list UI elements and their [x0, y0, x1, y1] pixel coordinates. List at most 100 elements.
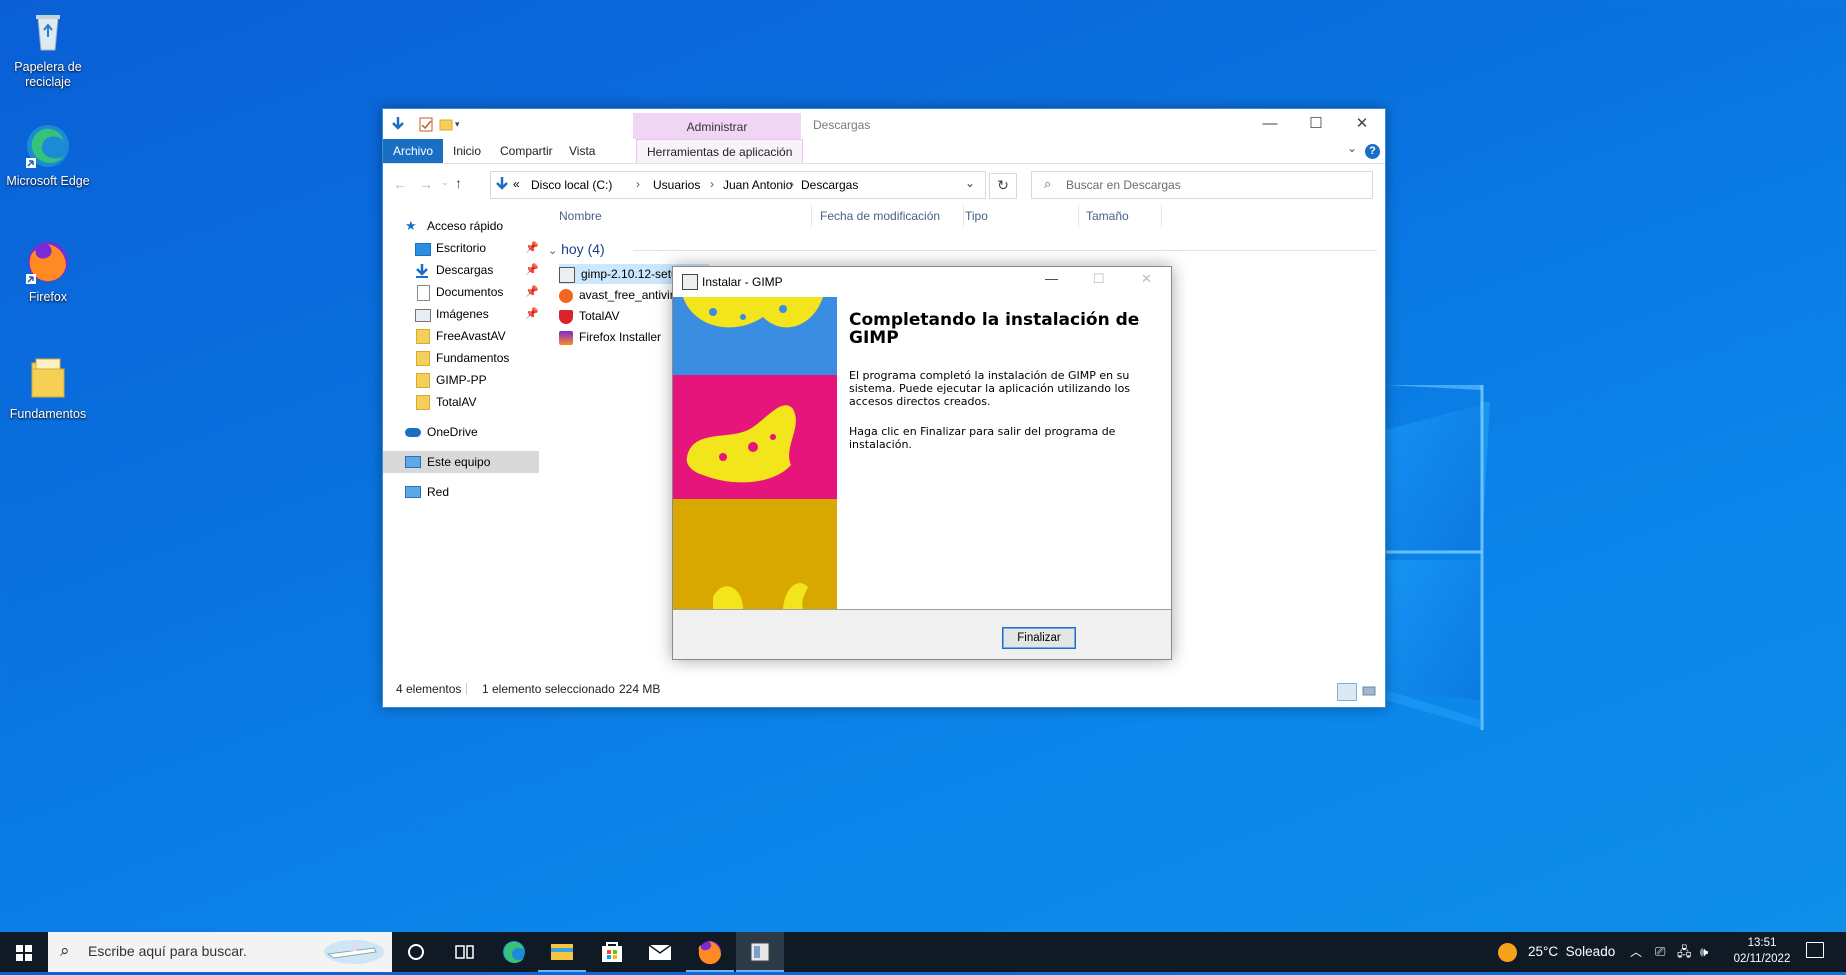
tab-herramientas-de-aplicacion[interactable]: Herramientas de aplicación: [636, 139, 804, 164]
nav-item-quick-access[interactable]: ★ Acceso rápido: [383, 215, 539, 237]
meet-now-icon[interactable]: ⎚: [1655, 932, 1665, 972]
pictures-folder-icon: [415, 309, 431, 322]
dialog-minimize-button[interactable]: —: [1045, 271, 1058, 286]
address-bar[interactable]: « Disco local (C:) › Usuarios › Juan Ant…: [490, 171, 986, 199]
search-icon: ⌕: [60, 941, 70, 960]
nav-item-imagenes[interactable]: Imágenes 📌: [383, 303, 539, 325]
star-icon: ★: [405, 218, 417, 233]
forward-arrow-icon[interactable]: →: [419, 176, 433, 192]
tab-compartir[interactable]: Compartir: [490, 139, 563, 163]
nav-item-descargas[interactable]: Descargas 📌: [383, 259, 539, 281]
totalav-shield-icon: [559, 309, 573, 324]
pin-icon: 📌: [525, 308, 539, 320]
breadcrumb-disco-local[interactable]: Disco local (C:): [531, 178, 612, 192]
folder-icon: [416, 351, 430, 366]
show-hidden-icons-chevron-icon[interactable]: ︿: [1630, 932, 1642, 972]
cortana-circle-icon[interactable]: [392, 932, 440, 972]
notifications-icon[interactable]: [1806, 942, 1824, 958]
help-icon[interactable]: ?: [1365, 144, 1380, 159]
nav-item-freeavastav[interactable]: FreeAvastAV: [383, 325, 539, 347]
cloud-icon: [405, 428, 421, 437]
gimp-installer-icon: [559, 266, 575, 283]
taskbar-firefox-icon[interactable]: [686, 932, 734, 972]
taskbar-gimp-setup-icon[interactable]: [736, 932, 784, 972]
pin-icon: 📌: [525, 286, 539, 298]
windows-logo-icon: [16, 945, 32, 961]
nav-item-documentos[interactable]: Documentos 📌: [383, 281, 539, 303]
details-view-icon[interactable]: [1337, 683, 1357, 701]
desktop-icon-edge[interactable]: Microsoft Edge: [0, 122, 96, 189]
contextual-tab-administrar[interactable]: Administrar: [633, 113, 801, 139]
taskbar-file-explorer-icon[interactable]: [538, 932, 586, 972]
close-button[interactable]: ✕: [1339, 109, 1385, 139]
address-dropdown-icon[interactable]: ⌄: [965, 176, 975, 190]
column-header-fecha[interactable]: Fecha de modificación: [820, 205, 940, 227]
nav-item-onedrive[interactable]: OneDrive: [383, 421, 539, 443]
taskbar-search-box[interactable]: ⌕ Escribe aquí para buscar.: [48, 932, 392, 972]
finish-button[interactable]: Finalizar: [1002, 627, 1076, 649]
column-header-tipo[interactable]: Tipo: [965, 205, 988, 227]
properties-icon[interactable]: [419, 116, 433, 132]
tab-vista[interactable]: Vista: [559, 139, 605, 163]
pin-icon: 📌: [525, 264, 539, 276]
back-arrow-icon[interactable]: ←: [393, 176, 407, 192]
nav-item-totalav[interactable]: TotalAV: [383, 391, 539, 413]
nav-item-fundamentos[interactable]: Fundamentos: [383, 347, 539, 369]
nav-item-gimp-pp[interactable]: GIMP-PP: [383, 369, 539, 391]
pin-icon: 📌: [525, 242, 539, 254]
folder-icon: [24, 355, 72, 403]
large-icons-view-icon[interactable]: [1361, 683, 1377, 699]
taskbar-store-icon[interactable]: [588, 932, 636, 972]
start-button[interactable]: [0, 932, 48, 972]
group-header-hoy[interactable]: ⌄ hoy (4): [548, 239, 605, 259]
recent-locations-icon[interactable]: ⌄: [441, 177, 449, 188]
taskbar-edge-icon[interactable]: [490, 932, 538, 972]
desktop-icon-fundamentos[interactable]: Fundamentos: [0, 355, 96, 422]
weather-text[interactable]: 25°C Soleado: [1528, 932, 1615, 972]
refresh-icon[interactable]: ↻: [989, 173, 1017, 199]
dialog-titlebar[interactable]: Instalar - GIMP — ☐ ✕: [673, 267, 1171, 297]
customize-qa-dropdown-icon[interactable]: ▾: [455, 116, 465, 132]
breadcrumb-usuarios[interactable]: Usuarios: [653, 178, 700, 192]
weather-sun-icon[interactable]: [1498, 943, 1517, 962]
breadcrumb-juan-antonio[interactable]: Juan Antonio: [723, 178, 792, 192]
folder-icon: [416, 329, 430, 344]
taskbar-mail-icon[interactable]: [636, 932, 684, 972]
ribbon-tabs: Archivo Inicio Compartir Vista Herramien…: [383, 139, 1385, 164]
status-selection: 1 elemento seleccionado: [482, 682, 615, 696]
maximize-button[interactable]: ☐: [1293, 109, 1339, 139]
gimp-setup-dialog[interactable]: Instalar - GIMP — ☐ ✕ Completando la ins…: [672, 266, 1172, 660]
dialog-paragraph-1: El programa completó la instalación de G…: [849, 369, 1131, 408]
breadcrumb-descargas[interactable]: Descargas: [801, 178, 858, 192]
volume-icon[interactable]: 🕪: [1700, 932, 1708, 972]
minimize-button[interactable]: —: [1247, 109, 1293, 139]
network-status-icon[interactable]: 🖧: [1677, 932, 1692, 972]
tab-archivo[interactable]: Archivo: [383, 139, 444, 163]
column-header-nombre[interactable]: Nombre: [559, 205, 602, 227]
dialog-close-button[interactable]: ✕: [1141, 271, 1152, 287]
desktop-icon-firefox[interactable]: Firefox: [0, 238, 96, 305]
clock[interactable]: 13:51 02/11/2022: [1722, 935, 1802, 967]
address-row: ← → ⌄ ↑ « Disco local (C:) › Usuarios › …: [383, 167, 1385, 199]
new-folder-icon[interactable]: [439, 116, 453, 132]
desktop-icon-recycle-bin[interactable]: Papelera de reciclaje: [0, 8, 96, 90]
downloads-location-icon: [495, 176, 509, 195]
expand-ribbon-icon[interactable]: ⌄: [1347, 141, 1357, 155]
dialog-paragraph-2: Haga clic en Finalizar para salir del pr…: [849, 425, 1116, 451]
network-icon: [405, 486, 421, 498]
nav-item-este-equipo[interactable]: Este equipo: [383, 451, 539, 473]
chevron-down-icon: ⌄: [548, 245, 558, 257]
task-view-icon[interactable]: [440, 932, 488, 972]
nav-item-red[interactable]: Red: [383, 481, 539, 503]
nav-item-escritorio[interactable]: Escritorio 📌: [383, 237, 539, 259]
status-item-count: 4 elementos: [396, 682, 462, 696]
setup-app-icon: [682, 274, 698, 290]
column-header-tamano[interactable]: Tamaño: [1086, 205, 1129, 227]
clock-date: 02/11/2022: [1733, 953, 1791, 965]
tab-inicio[interactable]: Inicio: [443, 139, 491, 163]
breadcrumb-chevron-icon: ›: [636, 177, 640, 191]
explorer-titlebar[interactable]: ▾ Administrar Descargas — ☐ ✕: [383, 109, 1385, 139]
download-arrow-icon[interactable]: [391, 116, 405, 132]
search-input[interactable]: ⌕ Buscar en Descargas: [1031, 171, 1373, 199]
up-arrow-icon[interactable]: ↑: [455, 175, 462, 191]
